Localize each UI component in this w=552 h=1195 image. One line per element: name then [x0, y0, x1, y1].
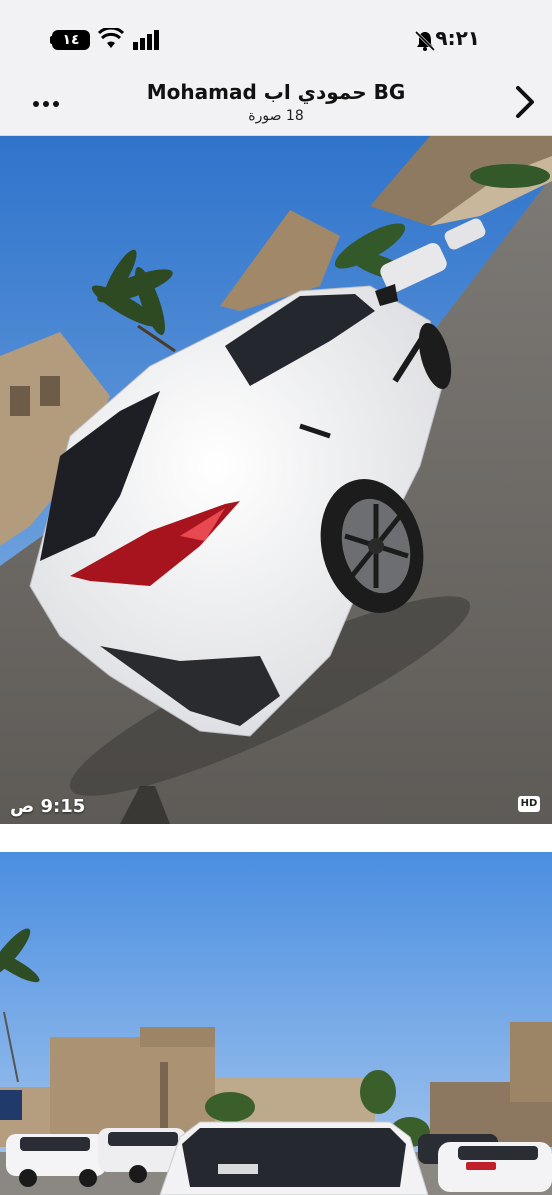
- mute-bell-icon: [414, 30, 436, 52]
- car-photo-2: [0, 852, 552, 1195]
- more-dots-icon: [33, 101, 39, 107]
- more-options-button[interactable]: [30, 88, 62, 118]
- photo-timestamp: 9:15 ص: [10, 796, 86, 817]
- wifi-icon: [98, 28, 124, 48]
- photo-item[interactable]: 9:15 ص HD: [0, 136, 552, 824]
- status-bar: ١٤ ٩:٢١: [0, 0, 552, 72]
- chevron-right-icon[interactable]: [512, 84, 538, 120]
- battery-icon: ١٤: [52, 30, 90, 50]
- chat-header: Mohamad حمودي اب BG 18 صورة: [0, 72, 552, 136]
- more-dots-icon: [43, 101, 49, 107]
- page-title: Mohamad حمودي اب BG: [146, 80, 406, 104]
- signal-icon: [133, 30, 159, 50]
- car-photo: [0, 136, 552, 824]
- status-time: ٩:٢١: [435, 26, 480, 50]
- hd-badge: HD: [518, 796, 540, 812]
- more-dots-icon: [53, 101, 59, 107]
- photo-item[interactable]: [0, 852, 552, 1195]
- photo-count: 18 صورة: [248, 108, 304, 124]
- photo-divider: [0, 824, 552, 852]
